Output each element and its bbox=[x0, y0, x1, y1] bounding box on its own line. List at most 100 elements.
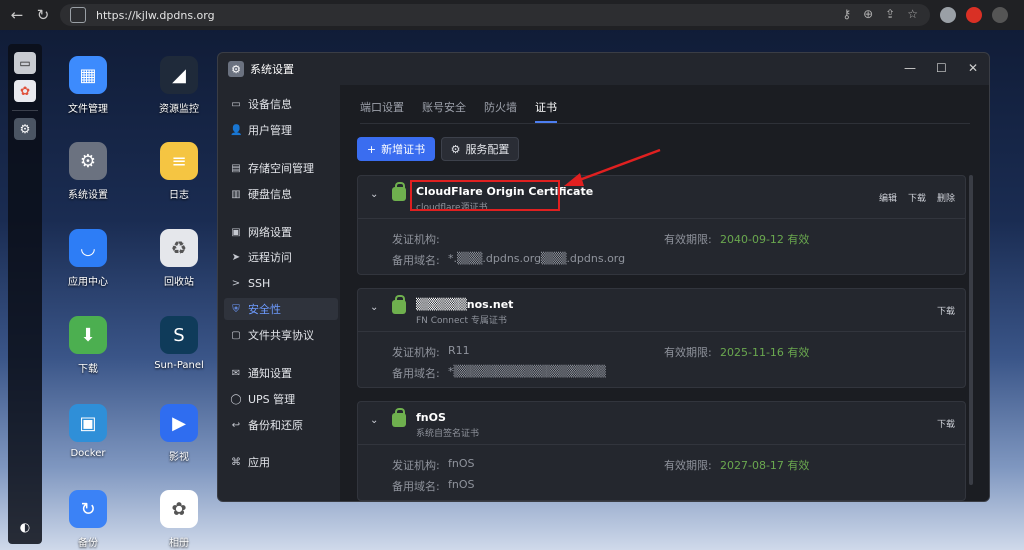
desktop-icon[interactable]: ✿ 相册 bbox=[144, 490, 214, 549]
alt-names-label: 备用域名: bbox=[392, 367, 440, 380]
app-icon: ▶ bbox=[160, 404, 198, 442]
sidebar-item[interactable]: ▤ 存储空间管理 bbox=[224, 157, 338, 179]
main-scrollbar[interactable] bbox=[969, 175, 973, 485]
user-icon: 👤 bbox=[230, 124, 243, 136]
issuer-value: R11 bbox=[448, 344, 470, 357]
extension-icon[interactable] bbox=[940, 7, 956, 23]
lock-icon bbox=[392, 182, 406, 201]
terminal-icon: > bbox=[231, 277, 241, 289]
desktop-icon[interactable]: ⬇ 下载 bbox=[53, 316, 123, 375]
certificate-header[interactable]: ⌄ fnOS 系统自签名证书 下载 bbox=[358, 402, 965, 444]
desktop-icon[interactable]: S Sun-Panel bbox=[144, 316, 214, 371]
key-icon[interactable]: ⚷ bbox=[842, 7, 851, 21]
tab[interactable]: 账号安全 bbox=[422, 95, 466, 123]
disk-icon: ▥ bbox=[231, 188, 241, 200]
alt-names-value: *.▒▒▒.dpdns.org▒▒▒.dpdns.org bbox=[448, 252, 626, 265]
certificate-action-button[interactable]: 下载 bbox=[937, 304, 955, 317]
star-icon[interactable]: ☆ bbox=[907, 7, 918, 21]
issuer-value: fnOS bbox=[448, 457, 475, 470]
adblock-icon[interactable] bbox=[966, 7, 982, 23]
certificate-subtitle: 系统自签名证书 bbox=[416, 429, 480, 439]
sidebar-item[interactable]: ▥ 硬盘信息 bbox=[224, 183, 338, 205]
sidebar-item[interactable]: ▭ 设备信息 bbox=[224, 93, 338, 115]
desktop-icon[interactable]: ↻ 备份 bbox=[53, 490, 123, 549]
tab[interactable]: 证书 bbox=[535, 95, 557, 123]
sidebar-item[interactable]: ✉ 通知设置 bbox=[224, 362, 338, 384]
chevron-down-icon[interactable]: ⌄ bbox=[370, 189, 378, 200]
share-icon[interactable]: ⇪ bbox=[885, 7, 895, 21]
certificate-subtitle: FN Connect 专属证书 bbox=[416, 316, 507, 326]
profile-icon[interactable] bbox=[992, 7, 1008, 23]
desktop-icon[interactable]: ⚙ 系统设置 bbox=[53, 142, 123, 201]
launcher-icon[interactable]: ✿ bbox=[14, 80, 36, 102]
certificate-action-button[interactable]: 下载 bbox=[908, 191, 926, 204]
sidebar-item[interactable]: ▢ 文件共享协议 bbox=[224, 324, 338, 346]
sidebar-item[interactable]: ⛨ 安全性 bbox=[224, 298, 338, 320]
sidebar-item[interactable]: ◯ UPS 管理 bbox=[224, 388, 338, 410]
certificate-action-button[interactable]: 下载 bbox=[937, 417, 955, 430]
sidebar-item-label: 文件共享协议 bbox=[248, 329, 314, 342]
tab-bar: 端口设置 账号安全 防火墙 证书 bbox=[360, 95, 557, 123]
app-icon: ▣ bbox=[69, 404, 107, 442]
window-titlebar[interactable]: ⚙ 系统设置 — ☐ ✕ bbox=[218, 53, 989, 85]
app-icon: ♻ bbox=[160, 229, 198, 267]
desktop-icon[interactable]: ▣ Docker bbox=[53, 404, 123, 459]
desktop-icon-label: Sun-Panel bbox=[154, 360, 204, 371]
power-icon[interactable]: ◐ bbox=[14, 516, 36, 538]
monitor-icon: ▭ bbox=[231, 98, 241, 110]
desktop-icon-label: 相册 bbox=[169, 538, 189, 549]
desktop-icon-label: 回收站 bbox=[164, 277, 194, 288]
site-info-icon[interactable] bbox=[70, 7, 86, 23]
certificate-action-button[interactable]: 删除 bbox=[937, 191, 955, 204]
desktop-icon[interactable]: ◡ 应用中心 bbox=[53, 229, 123, 288]
desktop-icon-label: Docker bbox=[70, 448, 106, 459]
sidebar-item[interactable]: ⌘ 应用 bbox=[224, 451, 338, 473]
sidebar-item[interactable]: > SSH bbox=[224, 272, 338, 294]
maximize-button[interactable]: ☐ bbox=[936, 61, 947, 75]
issuer-label: 发证机构: bbox=[392, 346, 440, 359]
app-icon: ≡ bbox=[160, 142, 198, 180]
sidebar-item[interactable]: ↩ 备份和还原 bbox=[224, 414, 338, 436]
sidebar-item-label: 安全性 bbox=[248, 303, 281, 316]
desktop-icon[interactable]: ♻ 回收站 bbox=[144, 229, 214, 288]
certificate-card: ⌄ fnOS 系统自签名证书 下载 发证机构: fnOS 有效期限: 2027-08-17 有… bbox=[357, 401, 966, 501]
desktop-icon-label: 应用中心 bbox=[68, 277, 108, 288]
sidebar-item[interactable]: ▣ 网络设置 bbox=[224, 221, 338, 243]
close-button[interactable]: ✕ bbox=[968, 61, 978, 75]
tab[interactable]: 防火墙 bbox=[484, 95, 517, 123]
settings-dock-icon[interactable]: ⚙ bbox=[14, 118, 36, 140]
sidebar-item[interactable]: 👤 用户管理 bbox=[224, 119, 338, 141]
sidebar-item-label: 硬盘信息 bbox=[248, 188, 292, 201]
certificate-header[interactable]: ⌄ ▒▒▒▒▒▒nos.net FN Connect 专属证书 下载 bbox=[358, 289, 965, 331]
desktop-icon[interactable]: ▦ 文件管理 bbox=[53, 56, 123, 115]
desktop-icon[interactable]: ▶ 影视 bbox=[144, 404, 214, 463]
back-icon[interactable]: ← bbox=[4, 2, 30, 28]
desktop-monitor-icon[interactable]: ▭ bbox=[14, 52, 36, 74]
address-bar[interactable]: https://kjlw.dpdns.org ⚷ ⊕ ⇪ ☆ bbox=[60, 4, 930, 26]
chevron-down-icon[interactable]: ⌄ bbox=[370, 415, 378, 426]
backup-icon: ↩ bbox=[231, 419, 241, 431]
alt-names-label: 备用域名: bbox=[392, 480, 440, 493]
app-icon: ⚙ bbox=[69, 142, 107, 180]
minimize-button[interactable]: — bbox=[904, 61, 916, 75]
sidebar-item[interactable]: ➤ 远程访问 bbox=[224, 246, 338, 268]
app-icon: ◡ bbox=[69, 229, 107, 267]
desktop-icon[interactable]: ≡ 日志 bbox=[144, 142, 214, 201]
network-icon: ▣ bbox=[231, 226, 241, 238]
share-icon: ▢ bbox=[231, 329, 241, 341]
add-certificate-button[interactable]: + 新增证书 bbox=[357, 137, 435, 161]
reload-icon[interactable]: ↻ bbox=[30, 2, 56, 28]
alt-names-label: 备用域名: bbox=[392, 254, 440, 267]
service-config-button[interactable]: ⚙ 服务配置 bbox=[441, 137, 519, 161]
desktop-icon[interactable]: ◢ 资源监控 bbox=[144, 56, 214, 115]
alt-names-value: *▒▒▒▒▒▒▒▒▒▒▒▒▒▒▒▒▒▒ bbox=[448, 365, 606, 378]
validity-label: 有效期限: bbox=[664, 346, 712, 359]
zoom-icon[interactable]: ⊕ bbox=[863, 7, 873, 21]
mail-icon: ✉ bbox=[231, 367, 241, 379]
tab[interactable]: 端口设置 bbox=[360, 95, 404, 123]
chevron-down-icon[interactable]: ⌄ bbox=[370, 302, 378, 313]
sidebar-item-label: 用户管理 bbox=[248, 124, 292, 137]
app-icon: ↻ bbox=[69, 490, 107, 528]
certificate-name: fnOS bbox=[416, 411, 446, 424]
certificate-action-button[interactable]: 编辑 bbox=[879, 191, 897, 204]
